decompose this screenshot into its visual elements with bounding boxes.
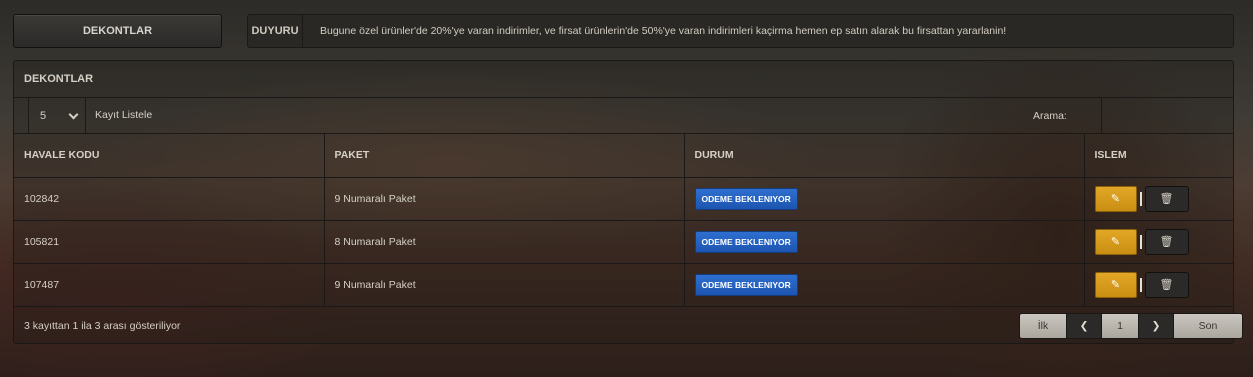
edit-button[interactable]: ✎ [1094,185,1137,212]
prev-page-button[interactable]: ❮ [1066,313,1102,339]
announcement-text: Bugune özel ürünler'de 20%'ye varan indi… [320,25,1007,37]
page-length-label: Kayıt Listele [95,109,153,121]
dekontlar-panel: DEKONTLAR 5 Kayıt Listele Arama: HAVALE … [13,60,1243,344]
table-row: 105821 8 Numaralı Paket ODEME BEKLENIYOR… [14,220,1233,264]
paket-cell: 9 Numaralı Paket [324,177,685,221]
last-page-button[interactable]: Son [1173,313,1243,339]
paket-cell: 8 Numaralı Paket [324,220,685,264]
table-header-row: HAVALE KODU PAKET DURUM ISLEM [14,134,1233,178]
announcement-bar: DUYURU Bugune özel ürünler'de 20%'ye var… [247,14,1234,48]
dekontlar-tab-button[interactable]: DEKONTLAR [13,14,222,48]
first-page-button[interactable]: İlk [1019,313,1067,339]
paket-cell: 9 Numaralı Paket [324,263,685,307]
islem-cell: ✎ 🗑 [1084,263,1233,307]
islem-cell: ✎ 🗑 [1084,220,1233,264]
delete-button[interactable]: 🗑 [1144,228,1189,255]
trash-icon: 🗑 [1159,236,1174,248]
action-separator [1139,191,1142,206]
trash-icon: 🗑 [1159,279,1174,291]
pencil-square-icon: ✎ [1110,193,1121,205]
edit-button[interactable]: ✎ [1094,271,1137,298]
page-length-value: 5 [40,109,47,122]
status-badge: ODEME BEKLENIYOR [694,187,798,210]
column-header-islem: ISLEM [1084,134,1233,178]
action-separator [1139,234,1142,249]
havale-kodu-cell: 107487 [14,263,325,307]
islem-cell: ✎ 🗑 [1084,177,1233,221]
table-info: 3 kayıttan 1 ila 3 arası gösteriliyor [24,320,181,332]
status-badge: ODEME BEKLENIYOR [694,230,798,253]
havale-kodu-cell: 102842 [14,177,325,221]
table-row: 102842 9 Numaralı Paket ODEME BEKLENIYOR… [14,177,1233,221]
havale-kodu-cell: 105821 [14,220,325,264]
pagination: İlk ❮ 1 ❯ Son [1019,313,1243,339]
table-controls: 5 Kayıt Listele Arama: [14,98,1233,133]
chevron-down-icon [68,109,79,120]
durum-cell: ODEME BEKLENIYOR [684,263,1085,307]
durum-cell: ODEME BEKLENIYOR [684,177,1085,221]
page-number-button[interactable]: 1 [1101,313,1139,339]
durum-cell: ODEME BEKLENIYOR [684,220,1085,264]
column-header-paket[interactable]: PAKET [324,134,685,178]
pencil-square-icon: ✎ [1110,236,1121,248]
dekontlar-table: HAVALE KODU PAKET DURUM ISLEM 102842 9 N… [14,134,1233,307]
search-input[interactable] [1101,98,1234,133]
pencil-square-icon: ✎ [1110,279,1121,291]
panel-title: DEKONTLAR [24,73,94,85]
table-row: 107487 9 Numaralı Paket ODEME BEKLENIYOR… [14,263,1233,307]
search-label: Arama: [1033,110,1067,122]
announcement-label: DUYURU [248,15,303,47]
delete-button[interactable]: 🗑 [1144,185,1189,212]
action-separator [1139,277,1142,292]
edit-button[interactable]: ✎ [1094,228,1137,255]
status-badge: ODEME BEKLENIYOR [694,273,798,296]
chevron-right-icon: ❯ [1151,320,1161,332]
trash-icon: 🗑 [1159,193,1174,205]
next-page-button[interactable]: ❯ [1138,313,1174,339]
column-header-havale-kodu[interactable]: HAVALE KODU [14,134,325,178]
column-header-durum[interactable]: DURUM [684,134,1085,178]
delete-button[interactable]: 🗑 [1144,271,1189,298]
page-length-select[interactable]: 5 [28,98,86,133]
chevron-left-icon: ❮ [1079,320,1089,332]
